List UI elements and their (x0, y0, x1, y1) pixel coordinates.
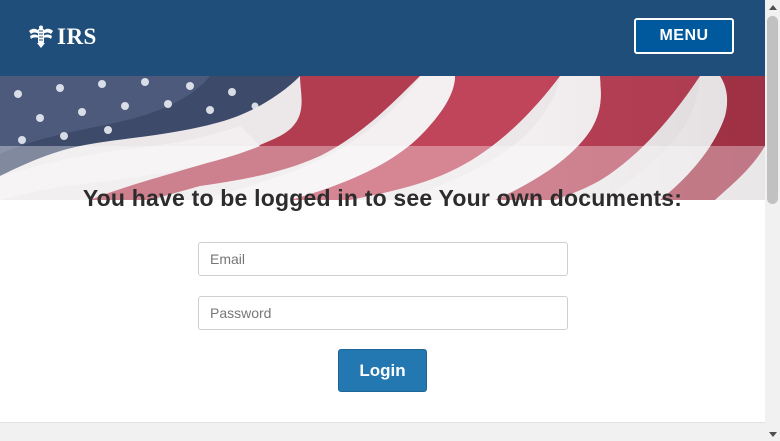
vertical-scrollbar[interactable] (765, 0, 780, 441)
scroll-up-arrow-icon[interactable] (765, 0, 780, 14)
page: IRS MENU You have to be logged in to see… (0, 0, 765, 441)
login-prompt-title: You have to be logged in to see Your own… (82, 185, 683, 211)
scrollbar-thumb[interactable] (767, 16, 778, 204)
email-field[interactable] (198, 242, 568, 276)
flag-banner (0, 76, 765, 200)
menu-button[interactable]: MENU (634, 18, 734, 54)
scroll-down-arrow-icon[interactable] (765, 427, 780, 441)
login-button[interactable]: Login (338, 349, 427, 392)
footer-edge (0, 422, 765, 441)
irs-logo[interactable]: IRS (28, 25, 97, 49)
irs-eagle-icon (29, 25, 53, 48)
password-field[interactable] (198, 296, 568, 330)
site-header: IRS MENU (0, 0, 765, 76)
logo-text: IRS (57, 24, 97, 49)
